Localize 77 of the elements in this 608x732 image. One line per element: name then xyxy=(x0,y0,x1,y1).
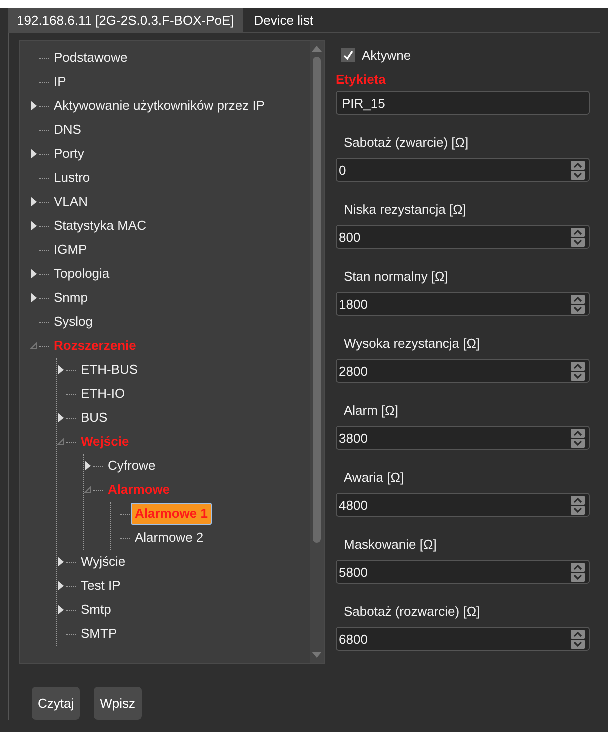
tree-item[interactable]: Syslog xyxy=(50,311,98,333)
decrement-arrow-icon[interactable] xyxy=(571,238,585,246)
tree-item[interactable]: VLAN xyxy=(50,191,92,213)
field-label: Niska rezystancja [Ω] xyxy=(344,202,468,217)
decrement-arrow-icon[interactable] xyxy=(571,572,585,582)
tree-item[interactable]: BUS xyxy=(77,407,112,429)
field-label: Stan normalny [Ω] xyxy=(344,269,450,284)
expand-arrow-icon[interactable] xyxy=(30,101,38,111)
tree-item[interactable]: IGMP xyxy=(50,239,92,261)
collapse-triangle-icon[interactable] xyxy=(57,438,65,446)
field-label: Wysoka rezystancja [Ω] xyxy=(344,336,482,351)
field-label: Sabotaż (rozwarcie) [Ω] xyxy=(344,604,482,619)
increment-arrow-icon[interactable] xyxy=(571,496,585,504)
increment-arrow-icon[interactable] xyxy=(571,294,585,304)
tree-item[interactable]: Cyfrowe xyxy=(104,455,160,477)
decrement-arrow-icon[interactable] xyxy=(571,304,585,314)
number-field[interactable]: 5800 xyxy=(336,560,590,584)
expand-arrow-icon[interactable] xyxy=(30,221,38,231)
scrollbar-thumb[interactable] xyxy=(313,57,321,543)
tree-item[interactable]: Podstawowe xyxy=(50,47,132,69)
number-field[interactable]: 2800 xyxy=(336,359,590,383)
field-label: Alarm [Ω] xyxy=(344,403,400,418)
expand-arrow-icon[interactable] xyxy=(57,605,65,615)
expand-arrow-icon[interactable] xyxy=(30,149,38,159)
tree-item[interactable]: Test IP xyxy=(77,575,125,597)
expand-arrow-icon[interactable] xyxy=(57,581,65,591)
tree-item[interactable]: Alarmowe 2 xyxy=(131,527,208,549)
increment-arrow-icon[interactable] xyxy=(571,562,585,572)
tree-item[interactable]: DNS xyxy=(50,119,86,141)
action-button[interactable]: Wpisz xyxy=(94,687,142,720)
decrement-arrow-icon[interactable] xyxy=(571,438,585,448)
increment-arrow-icon[interactable] xyxy=(571,160,585,170)
tree-item[interactable]: Statystyka MAC xyxy=(50,215,150,237)
expand-arrow-icon[interactable] xyxy=(84,461,92,471)
expand-arrow-icon[interactable] xyxy=(30,197,38,207)
number-field[interactable]: 4800 xyxy=(336,493,590,517)
tree-item[interactable]: IP xyxy=(50,71,70,93)
field-label: Awaria [Ω] xyxy=(344,470,406,485)
scrollbar[interactable] xyxy=(310,41,324,663)
expand-arrow-icon[interactable] xyxy=(57,365,65,375)
field-label: Maskowanie [Ω] xyxy=(344,537,438,552)
increment-arrow-icon[interactable] xyxy=(571,362,585,370)
number-field[interactable]: 3800 xyxy=(336,426,590,450)
tree-item[interactable]: Topologia xyxy=(50,263,114,285)
expand-arrow-icon[interactable] xyxy=(30,269,38,279)
text-field[interactable]: PIR_15 xyxy=(336,91,590,115)
expand-arrow-icon[interactable] xyxy=(57,413,65,423)
number-field[interactable]: 800 xyxy=(336,225,590,249)
expand-arrow-icon[interactable] xyxy=(30,293,38,303)
tree-item[interactable]: Aktywowanie użytkowników przez IP xyxy=(50,95,269,117)
checkbox-label: Aktywne xyxy=(362,48,412,62)
number-field[interactable]: 0 xyxy=(336,158,590,182)
tab[interactable]: 192.168.6.11 [2G-2S.0.3.F-BOX-PoE] xyxy=(8,8,244,32)
collapse-triangle-icon[interactable] xyxy=(30,342,38,350)
decrement-arrow-icon[interactable] xyxy=(571,170,585,180)
tree-item[interactable]: Lustro xyxy=(50,167,94,189)
field-label: Etykieta xyxy=(336,72,387,87)
action-button[interactable]: Czytaj xyxy=(32,687,80,720)
tree-item[interactable]: Snmp xyxy=(50,287,92,309)
number-field[interactable]: 1800 xyxy=(336,292,590,316)
tree-item[interactable]: Porty xyxy=(50,143,88,165)
collapse-triangle-icon[interactable] xyxy=(84,486,92,494)
increment-arrow-icon[interactable] xyxy=(571,228,585,236)
decrement-arrow-icon[interactable] xyxy=(571,506,585,514)
tree-item[interactable]: ETH-IO xyxy=(77,383,130,405)
expand-arrow-icon[interactable] xyxy=(57,557,65,567)
field-label: Sabotaż (zwarcie) [Ω] xyxy=(344,135,470,150)
tree-item[interactable]: ETH-BUS xyxy=(77,359,142,381)
increment-arrow-icon[interactable] xyxy=(571,630,585,638)
checkbox[interactable] xyxy=(341,48,355,62)
decrement-arrow-icon[interactable] xyxy=(571,372,585,380)
tree-item[interactable]: SMTP xyxy=(77,623,122,645)
number-field[interactable]: 6800 xyxy=(336,627,590,651)
decrement-arrow-icon[interactable] xyxy=(571,640,585,648)
increment-arrow-icon[interactable] xyxy=(571,428,585,438)
tree-item[interactable]: Wyjście xyxy=(77,551,130,573)
tree-item[interactable]: Smtp xyxy=(77,599,116,621)
